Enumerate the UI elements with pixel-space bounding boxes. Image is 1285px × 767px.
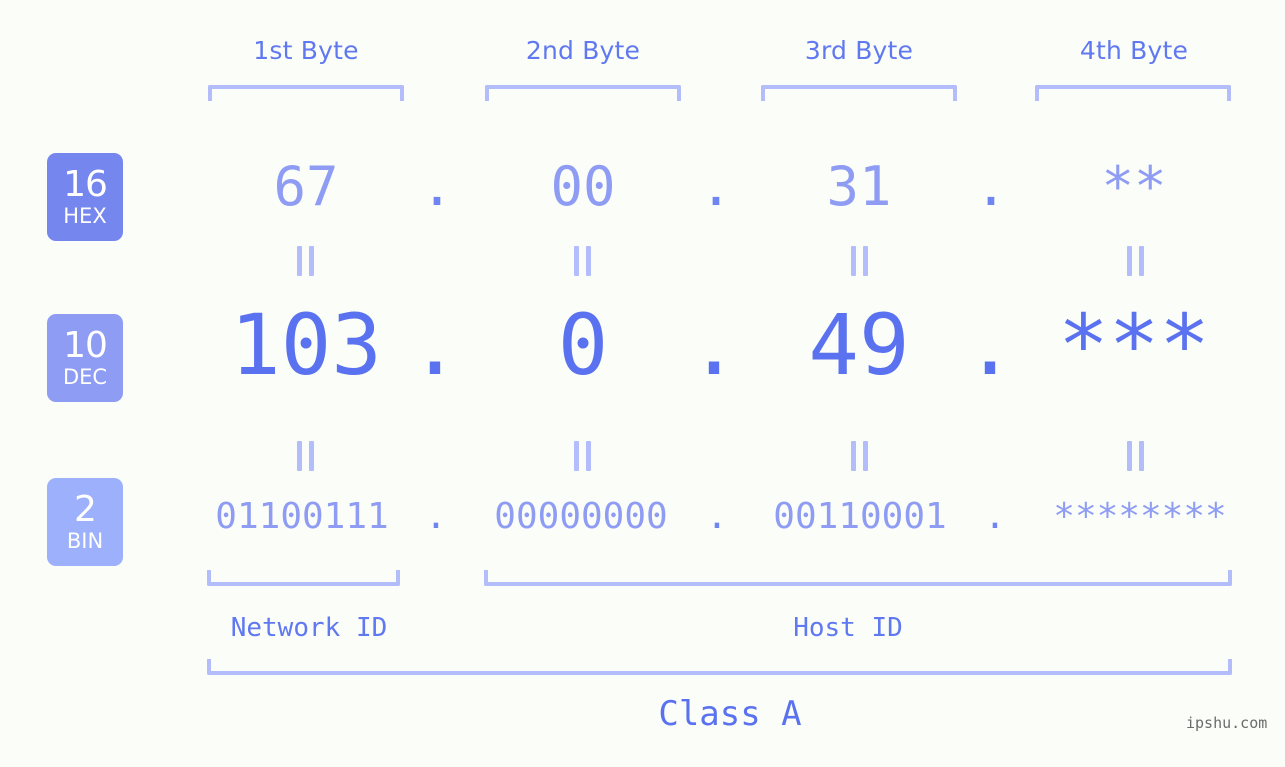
equality-mark-dec-bin-2 [571, 441, 593, 471]
bin-separator-2: . [706, 496, 728, 537]
bin-octet-2: 00000000 [494, 496, 668, 537]
equality-mark-dec-bin-3 [848, 441, 870, 471]
byte-header-label-4: 4th Byte [1079, 36, 1189, 65]
hex-separator-1: . [420, 155, 454, 218]
dec-octet-4: *** [1058, 296, 1210, 394]
bin-separator-1: . [425, 496, 447, 537]
byte-header-label-1: 1st Byte [253, 36, 359, 65]
hex-octet-1: 67 [273, 155, 339, 218]
radix-badge-dec-number: 10 [63, 325, 108, 366]
byte-header-label-2: 2nd Byte [525, 36, 641, 65]
byte-bracket-3 [761, 85, 957, 101]
hex-octet-2: 00 [550, 155, 616, 218]
dec-separator-3: . [964, 296, 1016, 394]
equality-mark-hex-dec-4 [1124, 246, 1146, 276]
equality-mark-dec-bin-4 [1124, 441, 1146, 471]
equality-mark-dec-bin-1 [294, 441, 316, 471]
class-label: Class A [658, 694, 802, 734]
ip-address-breakdown-diagram: 1st Byte 2nd Byte 3rd Byte 4th Byte 16 H… [0, 0, 1285, 767]
host-id-bracket [484, 570, 1232, 586]
equality-mark-hex-dec-2 [571, 246, 593, 276]
dec-octet-3: 49 [808, 296, 910, 394]
hex-separator-3: . [974, 155, 1008, 218]
hex-octet-3: 31 [826, 155, 892, 218]
byte-bracket-2 [485, 85, 681, 101]
class-bracket [207, 659, 1232, 675]
byte-header-label-3: 3rd Byte [804, 36, 914, 65]
network-id-label: Network ID [230, 613, 388, 643]
radix-badge-hex-number: 16 [63, 164, 108, 205]
radix-badge-hex: 16 HEX [47, 153, 123, 241]
radix-badge-bin-name: BIN [66, 529, 104, 553]
equality-mark-hex-dec-1 [294, 246, 316, 276]
hex-separator-2: . [699, 155, 733, 218]
equality-mark-hex-dec-3 [848, 246, 870, 276]
radix-badge-dec: 10 DEC [47, 314, 123, 402]
radix-badge-bin-number: 2 [74, 489, 97, 530]
dec-octet-1: 103 [230, 296, 382, 394]
byte-bracket-1 [208, 85, 404, 101]
dec-separator-1: . [409, 296, 461, 394]
bin-octet-3: 00110001 [773, 496, 947, 537]
radix-badge-dec-name: DEC [62, 365, 108, 389]
bin-octet-4: ******** [1053, 496, 1227, 537]
host-id-label: Host ID [793, 613, 903, 643]
byte-bracket-4 [1035, 85, 1231, 101]
radix-badge-hex-name: HEX [63, 204, 107, 228]
dec-octet-2: 0 [557, 296, 609, 394]
site-watermark: ipshu.com [1186, 714, 1268, 732]
network-id-bracket [207, 570, 400, 586]
hex-octet-4: ** [1101, 155, 1167, 218]
radix-badge-bin: 2 BIN [47, 478, 123, 566]
dec-separator-2: . [688, 296, 740, 394]
bin-octet-1: 01100111 [215, 496, 389, 537]
bin-separator-3: . [984, 496, 1006, 537]
